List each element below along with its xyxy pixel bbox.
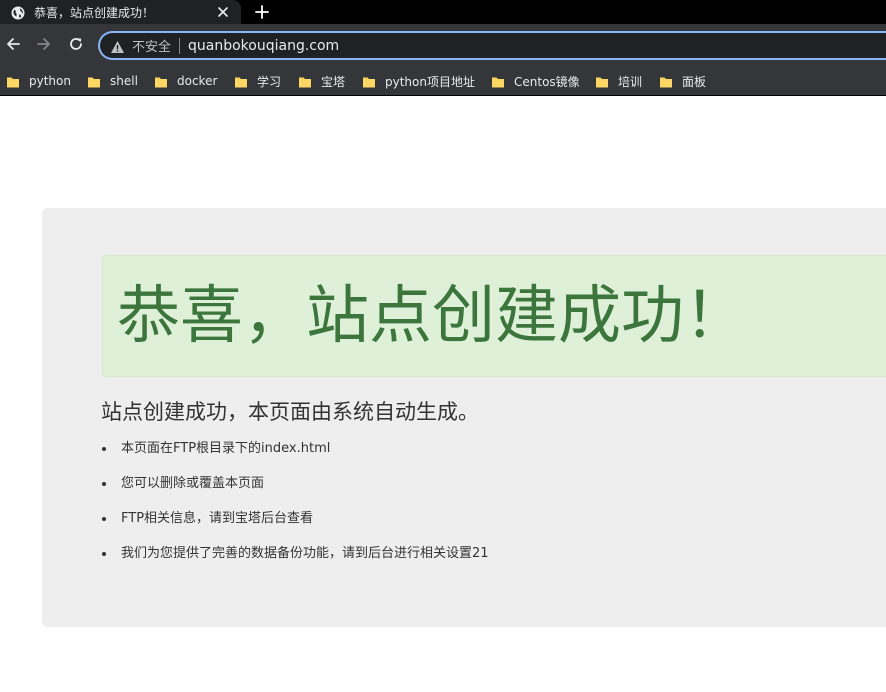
- bookmark-label: 培训: [618, 74, 643, 89]
- bookmark-python[interactable]: python: [6, 71, 71, 91]
- bookmark-shell[interactable]: shell: [87, 71, 138, 91]
- folder-icon: [362, 74, 376, 88]
- bookmark-label: shell: [110, 74, 138, 88]
- bookmark-study[interactable]: 学习: [234, 71, 281, 91]
- page-subtitle: 站点创建成功，本页面由系统自动生成。: [101, 400, 479, 424]
- bookmark-label: python项目地址: [385, 74, 475, 89]
- folder-icon: [595, 74, 609, 88]
- content-panel: 恭喜，站点创建成功！ 站点创建成功，本页面由系统自动生成。 本页面在FTP根目录…: [42, 208, 886, 627]
- plus-icon[interactable]: [252, 2, 272, 22]
- bookmark-docker[interactable]: docker: [154, 71, 217, 91]
- bookmark-baota[interactable]: 宝塔: [298, 71, 345, 91]
- arrow-right-icon[interactable]: [34, 34, 54, 54]
- list-item: 本页面在FTP根目录下的index.html: [101, 439, 489, 474]
- reload-icon[interactable]: [66, 34, 86, 54]
- bookmark-label: docker: [177, 74, 218, 88]
- list-item: 您可以删除或覆盖本页面: [101, 474, 489, 509]
- bookmark-label: 学习: [257, 74, 282, 89]
- folder-icon: [659, 74, 673, 88]
- tab-strip: 恭喜，站点创建成功！: [0, 0, 886, 24]
- bookmark-label: python: [29, 74, 71, 88]
- url-text[interactable]: quanbokouqiang.com: [188, 38, 339, 54]
- bookmark-label: Centos镜像: [514, 74, 580, 89]
- address-bar[interactable]: 不安全 quanbokouqiang.com: [98, 31, 886, 60]
- folder-icon: [87, 74, 101, 88]
- folder-icon: [298, 74, 312, 88]
- alert-title: 恭喜，站点创建成功！: [117, 279, 747, 352]
- security-status-label[interactable]: 不安全: [132, 36, 171, 55]
- folder-icon: [6, 74, 20, 88]
- page-content: 恭喜，站点创建成功！ 站点创建成功，本页面由系统自动生成。 本页面在FTP根目录…: [0, 96, 886, 692]
- bookmarks-bar: python shell docker 学习 宝塔 python项目地址 Cen…: [0, 65, 886, 96]
- bookmark-label: 面板: [682, 74, 707, 89]
- omnibox-divider: [179, 37, 181, 54]
- bookmark-panel[interactable]: 面板: [659, 71, 706, 91]
- bookmark-python-projects[interactable]: python项目地址: [362, 71, 475, 91]
- close-icon[interactable]: [214, 3, 232, 21]
- bookmark-centos-mirror[interactable]: Centos镜像: [491, 71, 580, 91]
- folder-icon: [234, 74, 248, 88]
- bookmark-training[interactable]: 培训: [595, 71, 642, 91]
- tab-title: 恭喜，站点创建成功！: [34, 5, 155, 20]
- folder-icon: [154, 74, 168, 88]
- browser-tab[interactable]: 恭喜，站点创建成功！: [0, 0, 241, 24]
- bookmark-label: 宝塔: [321, 74, 346, 89]
- globe-icon: [11, 5, 25, 20]
- folder-icon: [491, 74, 505, 88]
- arrow-left-icon[interactable]: [3, 34, 23, 54]
- list-item: FTP相关信息，请到宝塔后台查看: [101, 509, 489, 544]
- info-list: 本页面在FTP根目录下的index.html 您可以删除或覆盖本页面 FTP相关…: [101, 439, 489, 579]
- success-alert: 恭喜，站点创建成功！: [102, 255, 886, 377]
- list-item: 我们为您提供了完善的数据备份功能，请到后台进行相关设置21: [101, 544, 489, 579]
- warning-triangle-icon[interactable]: [110, 39, 125, 53]
